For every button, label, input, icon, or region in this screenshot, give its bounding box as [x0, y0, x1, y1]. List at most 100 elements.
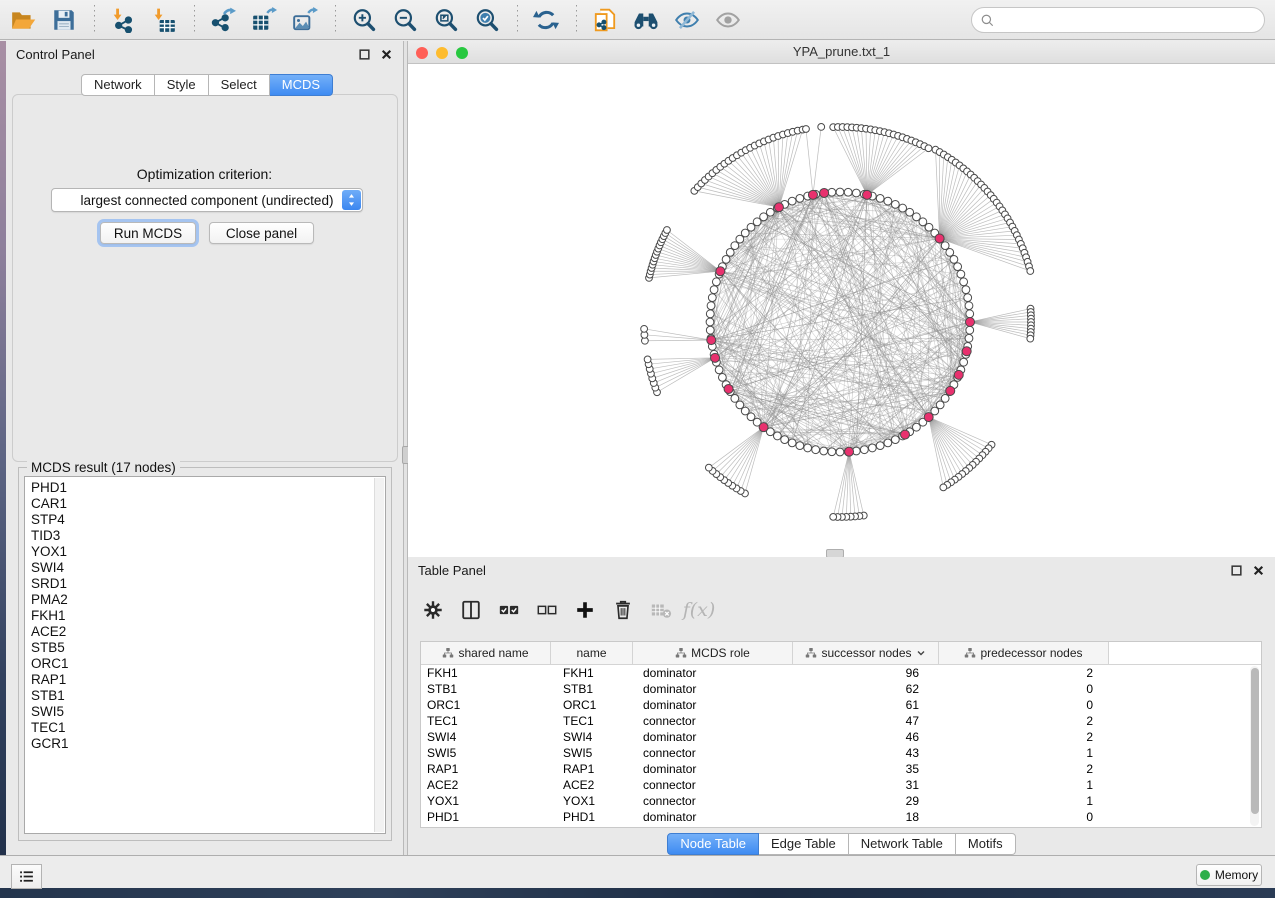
graph-node[interactable] — [718, 373, 726, 381]
mcds-result-item[interactable]: TEC1 — [31, 720, 385, 736]
mcds-result-item[interactable]: SWI4 — [31, 560, 385, 576]
graph-node[interactable] — [954, 263, 962, 271]
graph-node[interactable] — [946, 248, 954, 256]
graph-leaf-node[interactable] — [1027, 335, 1034, 342]
table-row[interactable]: STB1STB1dominator620 — [421, 681, 1261, 697]
tab-network[interactable]: Network — [81, 74, 155, 96]
table-row[interactable]: RAP1RAP1dominator352 — [421, 761, 1261, 777]
table-settings-button[interactable] — [420, 597, 446, 623]
graph-dominator-node[interactable] — [966, 318, 975, 327]
graph-node[interactable] — [731, 395, 739, 403]
graph-node[interactable] — [860, 446, 868, 454]
graph-node[interactable] — [899, 204, 907, 212]
graph-node[interactable] — [960, 278, 968, 286]
export-network-button[interactable] — [208, 5, 238, 35]
table-row[interactable]: TEC1TEC1connector472 — [421, 713, 1261, 729]
column-header-predecessor-nodes[interactable]: predecessor nodes — [939, 642, 1109, 664]
graph-node[interactable] — [706, 326, 714, 334]
import-network-button[interactable] — [108, 5, 138, 35]
import-table-button[interactable] — [149, 5, 179, 35]
graph-leaf-node[interactable] — [940, 484, 947, 491]
graph-node[interactable] — [836, 188, 844, 196]
close-panel-icon[interactable] — [380, 48, 393, 61]
mcds-result-item[interactable]: ORC1 — [31, 656, 385, 672]
mcds-result-item[interactable]: CAR1 — [31, 496, 385, 512]
tab-edge-table[interactable]: Edge Table — [759, 833, 849, 855]
graph-node[interactable] — [906, 208, 914, 216]
network-graph[interactable] — [408, 64, 1275, 557]
table-row[interactable]: YOX1YOX1connector291 — [421, 793, 1261, 809]
close-panel-button[interactable]: Close panel — [209, 222, 314, 244]
graph-dominator-node[interactable] — [716, 267, 725, 276]
graph-node[interactable] — [760, 213, 768, 221]
zoom-selected-button[interactable] — [472, 5, 502, 35]
delete-row-button[interactable] — [610, 597, 636, 623]
graph-node[interactable] — [966, 326, 974, 334]
maximize-window-icon[interactable] — [456, 47, 468, 59]
graph-node[interactable] — [773, 432, 781, 440]
table-row[interactable]: ACE2ACE2connector311 — [421, 777, 1261, 793]
graph-node[interactable] — [836, 448, 844, 456]
graph-dominator-node[interactable] — [724, 384, 733, 393]
export-table-button[interactable] — [249, 5, 279, 35]
graph-node[interactable] — [891, 436, 899, 444]
zoom-fit-button[interactable] — [431, 5, 461, 35]
graph-leaf-node[interactable] — [818, 124, 825, 131]
mcds-result-item[interactable]: STP4 — [31, 512, 385, 528]
column-header-successor-nodes[interactable]: successor nodes — [793, 642, 939, 664]
mcds-result-item[interactable]: STB5 — [31, 640, 385, 656]
graph-node[interactable] — [788, 197, 796, 205]
deselect-all-rows-button[interactable] — [534, 597, 560, 623]
mcds-list-scrollbar[interactable] — [374, 478, 384, 832]
graph-dominator-node[interactable] — [820, 188, 829, 197]
tab-node-table[interactable]: Node Table — [667, 833, 759, 855]
close-table-panel-icon[interactable] — [1252, 564, 1265, 577]
graph-dominator-node[interactable] — [935, 234, 944, 243]
graph-node[interactable] — [966, 310, 974, 318]
graph-node[interactable] — [710, 286, 718, 294]
graph-node[interactable] — [913, 423, 921, 431]
table-row[interactable]: FKH1FKH1dominator962 — [421, 665, 1261, 681]
graph-node[interactable] — [941, 242, 949, 250]
graph-leaf-node[interactable] — [925, 145, 932, 152]
mcds-result-item[interactable]: TID3 — [31, 528, 385, 544]
mcds-result-item[interactable]: PHD1 — [31, 480, 385, 496]
table-row[interactable]: SWI5SWI5connector431 — [421, 745, 1261, 761]
add-row-button[interactable] — [572, 597, 598, 623]
graph-leaf-node[interactable] — [664, 227, 671, 234]
tab-mcds[interactable]: MCDS — [270, 74, 333, 96]
save-session-button[interactable] — [49, 5, 79, 35]
graph-node[interactable] — [712, 278, 720, 286]
graph-node[interactable] — [965, 302, 973, 310]
graph-node[interactable] — [957, 270, 965, 278]
graph-node[interactable] — [812, 446, 820, 454]
graph-node[interactable] — [706, 310, 714, 318]
refresh-layout-button[interactable] — [531, 5, 561, 35]
graph-leaf-node[interactable] — [830, 513, 837, 520]
graph-node[interactable] — [796, 194, 804, 202]
graph-dominator-node[interactable] — [946, 386, 955, 395]
zoom-in-button[interactable] — [349, 5, 379, 35]
select-all-rows-button[interactable] — [496, 597, 522, 623]
column-header-MCDS-role[interactable]: MCDS role — [633, 642, 793, 664]
hide-selected-button[interactable] — [672, 5, 702, 35]
node-table[interactable]: shared namenameMCDS rolesuccessor nodesp… — [420, 641, 1262, 828]
network-canvas[interactable] — [408, 64, 1275, 557]
float-panel-icon[interactable] — [358, 48, 371, 61]
search-input[interactable] — [995, 9, 1264, 31]
mcds-result-item[interactable]: STB1 — [31, 688, 385, 704]
float-table-panel-icon[interactable] — [1230, 564, 1243, 577]
graph-node[interactable] — [962, 286, 970, 294]
graph-node[interactable] — [884, 197, 892, 205]
graph-node[interactable] — [876, 442, 884, 450]
mcds-result-item[interactable]: ACE2 — [31, 624, 385, 640]
mcds-result-item[interactable]: YOX1 — [31, 544, 385, 560]
mcds-result-item[interactable]: SRD1 — [31, 576, 385, 592]
column-selector-button[interactable] — [458, 597, 484, 623]
graph-node[interactable] — [796, 442, 804, 450]
table-row[interactable]: PHD1PHD1dominator180 — [421, 809, 1261, 825]
graph-node[interactable] — [965, 334, 973, 342]
graph-node[interactable] — [960, 358, 968, 366]
open-file-button[interactable] — [8, 5, 38, 35]
graph-dominator-node[interactable] — [924, 413, 933, 422]
